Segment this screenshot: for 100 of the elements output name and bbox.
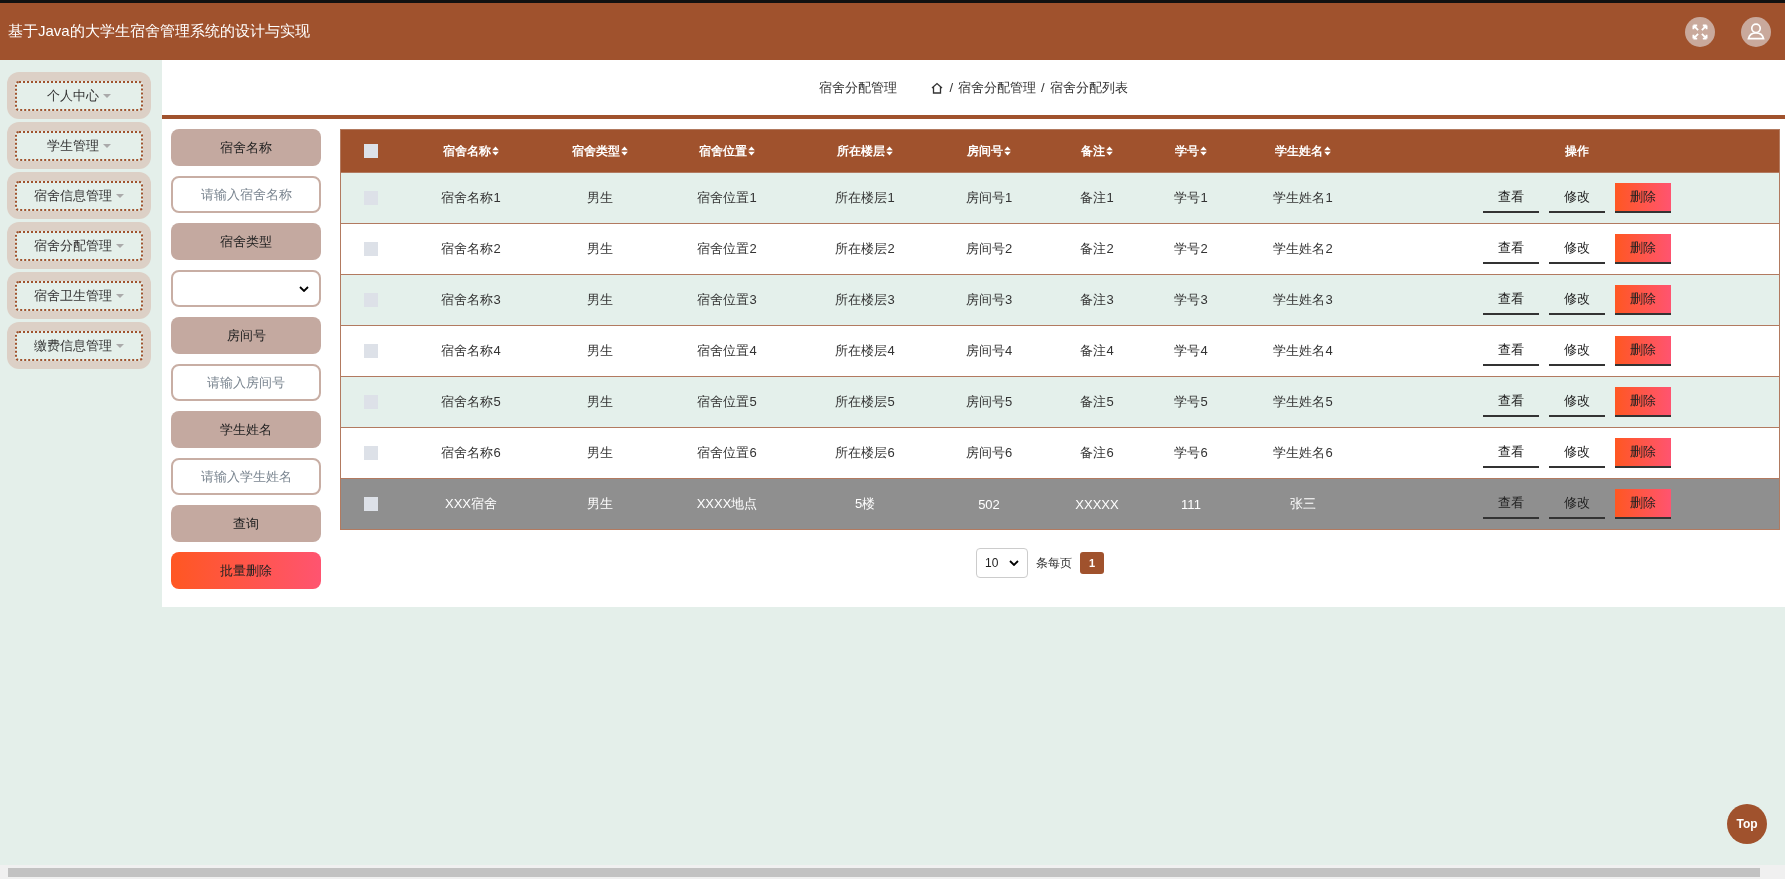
home-icon[interactable]	[930, 80, 945, 95]
select-field[interactable]	[171, 270, 321, 307]
table-cell: 宿舍名称4	[441, 342, 501, 360]
delete-button[interactable]: 删除	[1615, 336, 1671, 366]
sidebar-item[interactable]: 个人中心	[7, 72, 151, 119]
sidebar-item[interactable]: 宿舍信息管理	[7, 172, 151, 219]
edit-button[interactable]: 修改	[1549, 285, 1605, 315]
page-button[interactable]: 1	[1080, 552, 1104, 574]
sort-icon[interactable]	[1004, 146, 1011, 156]
caret-icon	[116, 293, 124, 298]
edit-button[interactable]: 修改	[1549, 183, 1605, 213]
table-cell: 所在楼层5	[835, 393, 895, 411]
table-cell: 学号4	[1174, 342, 1208, 360]
column-header[interactable]: 宿舍类型	[572, 142, 620, 160]
page-size-label: 条每页	[1036, 554, 1072, 572]
breadcrumb-item[interactable]: 宿舍分配管理	[958, 78, 1036, 97]
edit-button[interactable]: 修改	[1549, 438, 1605, 468]
page-size-select[interactable]: 10	[976, 548, 1028, 578]
user-icon[interactable]	[1741, 16, 1771, 47]
view-button[interactable]: 查看	[1483, 183, 1539, 213]
table-cell: 宿舍位置2	[697, 240, 757, 258]
back-to-top-button[interactable]: Top	[1727, 804, 1767, 844]
table-cell: 张三	[1290, 495, 1316, 513]
column-header[interactable]: 学号	[1175, 142, 1199, 160]
sort-icon[interactable]	[1200, 146, 1207, 156]
column-header[interactable]: 房间号	[967, 142, 1003, 160]
table-cell: 房间号4	[965, 342, 1013, 360]
sort-icon[interactable]	[621, 146, 628, 156]
table-cell: 备注6	[1080, 444, 1114, 462]
view-button[interactable]: 查看	[1483, 438, 1539, 468]
caret-icon	[116, 343, 124, 348]
checkbox[interactable]	[364, 144, 378, 158]
table-cell: 111	[1181, 496, 1201, 512]
table-cell: 备注3	[1080, 291, 1114, 309]
edit-button[interactable]: 修改	[1549, 387, 1605, 417]
sort-icon[interactable]	[492, 146, 499, 156]
checkbox[interactable]	[364, 242, 378, 256]
delete-button[interactable]: 删除	[1615, 285, 1671, 315]
table-cell: 备注1	[1080, 189, 1114, 207]
batch-delete-button[interactable]: 批量删除	[171, 552, 321, 589]
sidebar-item[interactable]: 缴费信息管理	[7, 322, 151, 369]
table-cell: 男生	[587, 189, 613, 207]
column-header[interactable]: 所在楼层	[837, 142, 885, 160]
input-field[interactable]: 请输入宿舍名称	[171, 176, 321, 213]
delete-button[interactable]: 删除	[1615, 489, 1671, 519]
table-cell: 房间号3	[965, 291, 1013, 309]
checkbox[interactable]	[364, 344, 378, 358]
search-button[interactable]: 查询	[171, 505, 321, 542]
sidebar-item[interactable]: 学生管理	[7, 122, 151, 169]
fullscreen-icon[interactable]	[1685, 16, 1715, 47]
sort-icon[interactable]	[748, 146, 755, 156]
table-cell: 所在楼层3	[835, 291, 895, 309]
sort-icon[interactable]	[886, 146, 893, 156]
sidebar-item[interactable]: 宿舍分配管理	[7, 222, 151, 269]
edit-button[interactable]: 修改	[1549, 234, 1605, 264]
column-header[interactable]: 备注	[1081, 142, 1105, 160]
caret-icon	[116, 243, 124, 248]
checkbox[interactable]	[364, 497, 378, 511]
checkbox[interactable]	[364, 446, 378, 460]
table-cell: 学号1	[1174, 189, 1208, 207]
scrollbar[interactable]	[0, 865, 1785, 879]
filter-label: 学生姓名	[171, 411, 321, 448]
page-title: 宿舍分配管理	[819, 78, 898, 97]
table-cell: 学号6	[1174, 444, 1208, 462]
table-cell: 房间号2	[965, 240, 1013, 258]
input-field[interactable]: 请输入学生姓名	[171, 458, 321, 495]
sort-icon[interactable]	[1106, 146, 1113, 156]
column-header[interactable]: 宿舍位置	[699, 142, 747, 160]
breadcrumb-separator: /	[1041, 80, 1045, 95]
table-cell: 宿舍名称5	[441, 393, 501, 411]
edit-button[interactable]: 修改	[1549, 489, 1605, 519]
delete-button[interactable]: 删除	[1615, 387, 1671, 417]
table-cell: 学生姓名6	[1273, 444, 1333, 462]
table-cell: 备注2	[1080, 240, 1114, 258]
table-cell: 学生姓名1	[1273, 189, 1333, 207]
sort-icon[interactable]	[1324, 146, 1331, 156]
table-cell: 宿舍名称2	[441, 240, 501, 258]
delete-button[interactable]: 删除	[1615, 234, 1671, 264]
column-header[interactable]: 宿舍名称	[443, 142, 491, 160]
caret-icon	[103, 93, 111, 98]
view-button[interactable]: 查看	[1483, 387, 1539, 417]
filter-label: 房间号	[171, 317, 321, 354]
view-button[interactable]: 查看	[1483, 285, 1539, 315]
view-button[interactable]: 查看	[1483, 234, 1539, 264]
table-cell: 宿舍位置1	[697, 189, 757, 207]
table-cell: 房间号1	[965, 189, 1013, 207]
table-cell: 宿舍名称6	[441, 444, 501, 462]
filter-label: 宿舍名称	[171, 129, 321, 166]
view-button[interactable]: 查看	[1483, 489, 1539, 519]
view-button[interactable]: 查看	[1483, 336, 1539, 366]
delete-button[interactable]: 删除	[1615, 183, 1671, 213]
input-field[interactable]: 请输入房间号	[171, 364, 321, 401]
table-cell: 学生姓名3	[1273, 291, 1333, 309]
table-cell: 房间号5	[965, 393, 1013, 411]
column-header[interactable]: 学生姓名	[1275, 142, 1323, 160]
table-cell: 所在楼层2	[835, 240, 895, 258]
sidebar-item[interactable]: 宿舍卫生管理	[7, 272, 151, 319]
edit-button[interactable]: 修改	[1549, 336, 1605, 366]
table-cell: 备注4	[1080, 342, 1114, 360]
delete-button[interactable]: 删除	[1615, 438, 1671, 468]
